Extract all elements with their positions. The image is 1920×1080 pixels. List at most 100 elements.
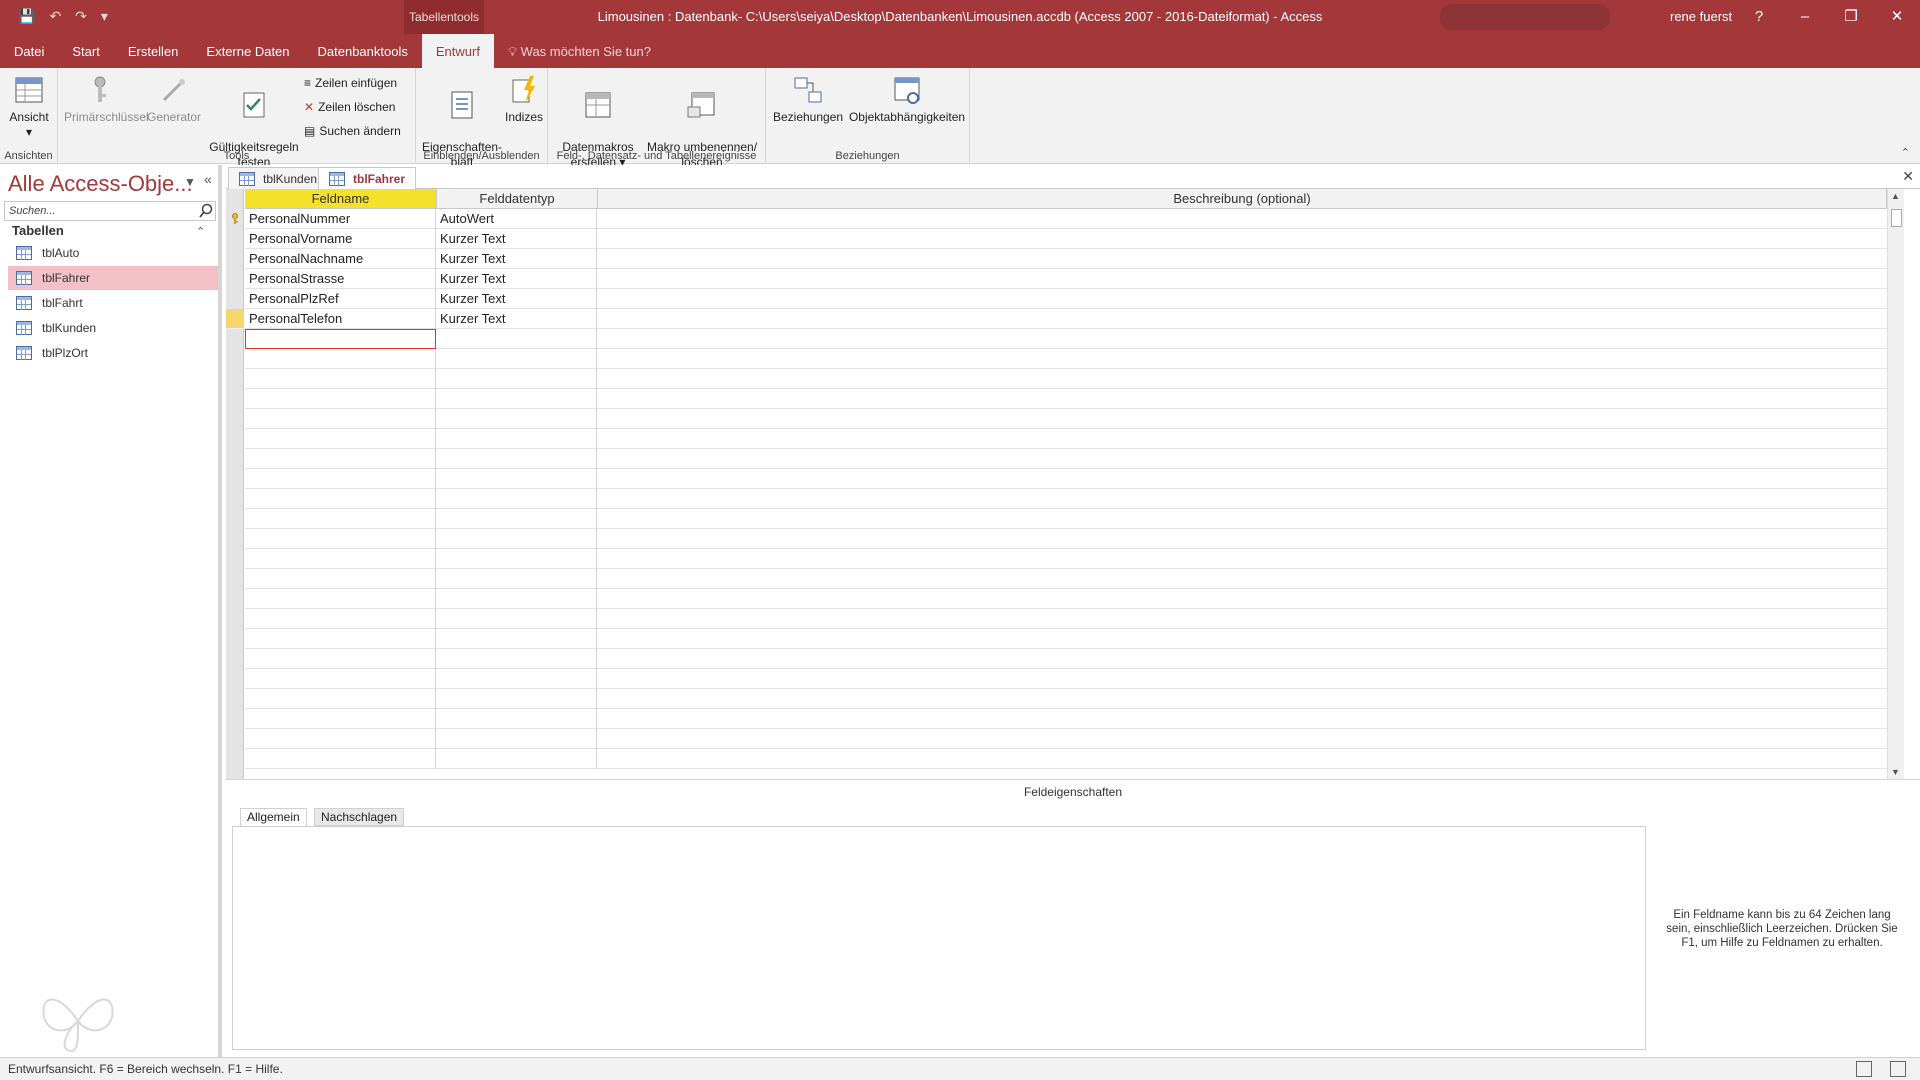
collapse-ribbon-icon[interactable]: ⌃ [1901, 146, 1910, 159]
tab-allgemein[interactable]: Allgemein [240, 808, 307, 826]
cell-felddatentyp[interactable] [437, 429, 597, 449]
scroll-thumb[interactable] [1891, 209, 1902, 227]
cell-feldname[interactable] [245, 689, 436, 709]
column-header-felddatentyp[interactable]: Felddatentyp [437, 189, 598, 209]
cell-felddatentyp[interactable] [437, 669, 597, 689]
cell-felddatentyp[interactable] [437, 489, 597, 509]
cell-felddatentyp[interactable] [437, 589, 597, 609]
scroll-down-icon[interactable]: ▼ [1891, 767, 1900, 777]
empty-row[interactable] [245, 349, 1904, 369]
column-header-feldname[interactable]: Feldname [245, 189, 437, 209]
suchen-aendern-button[interactable]: ▤ Suchen ändern [304, 124, 401, 138]
cell-feldname[interactable] [245, 449, 436, 469]
cell-beschreibung[interactable] [598, 489, 1904, 509]
nav-item-tblfahrt[interactable]: tblFahrt [8, 291, 218, 315]
cell-beschreibung[interactable] [598, 449, 1904, 469]
customize-qat-icon[interactable]: ▾ [101, 7, 108, 25]
cell-beschreibung[interactable] [598, 369, 1904, 389]
cell-beschreibung[interactable] [598, 589, 1904, 609]
tab-externe-daten[interactable]: Externe Daten [192, 34, 303, 68]
cell-felddatentyp[interactable] [437, 409, 597, 429]
nav-menu-icon[interactable]: ▼ [184, 175, 196, 189]
cell-felddatentyp[interactable] [437, 369, 597, 389]
tab-entwurf[interactable]: Entwurf [421, 34, 494, 68]
redo-icon[interactable]: ↷ [75, 7, 87, 25]
empty-row[interactable] [245, 369, 1904, 389]
table-row[interactable]: PersonalTelefon Kurzer Text [245, 309, 1904, 329]
empty-row[interactable] [245, 669, 1904, 689]
cell-beschreibung[interactable] [598, 709, 1904, 729]
user-name[interactable]: rene fuerst [1670, 0, 1732, 34]
cell-feldname[interactable] [245, 489, 436, 509]
cell-feldname[interactable] [245, 469, 436, 489]
cell-feldname[interactable] [245, 569, 436, 589]
cell-beschreibung[interactable] [598, 249, 1904, 269]
close-document-icon[interactable]: ✕ [1902, 168, 1914, 185]
cell-beschreibung[interactable] [598, 389, 1904, 409]
cell-felddatentyp[interactable] [437, 469, 597, 489]
cell-felddatentyp[interactable] [437, 349, 597, 369]
table-row[interactable]: PersonalNachname Kurzer Text [245, 249, 1904, 269]
nav-item-tblfahrer[interactable]: tblFahrer [8, 266, 218, 290]
table-row[interactable]: PersonalPlzRef Kurzer Text [245, 289, 1904, 309]
cell-felddatentyp[interactable] [437, 389, 597, 409]
cell-feldname[interactable] [245, 509, 436, 529]
tab-start[interactable]: Start [58, 34, 113, 68]
table-row[interactable]: PersonalStrasse Kurzer Text [245, 269, 1904, 289]
cell-feldname[interactable] [245, 649, 436, 669]
cell-feldname[interactable] [245, 349, 436, 369]
empty-row[interactable] [245, 589, 1904, 609]
cell-feldname[interactable] [245, 609, 436, 629]
scroll-up-icon[interactable]: ▲ [1891, 191, 1900, 201]
cell-beschreibung[interactable] [598, 309, 1904, 329]
cell-felddatentyp[interactable] [437, 749, 597, 769]
cell-beschreibung[interactable] [598, 349, 1904, 369]
nav-pane-title[interactable]: Alle Access-Obje... [8, 171, 193, 197]
cell-feldname[interactable] [245, 529, 436, 549]
cell-feldname[interactable] [245, 589, 436, 609]
cell-felddatentyp[interactable] [437, 709, 597, 729]
cell-beschreibung[interactable] [598, 729, 1904, 749]
minimize-button[interactable]: – [1782, 0, 1828, 34]
table-row-new[interactable] [245, 329, 1904, 349]
cell-feldname[interactable] [245, 429, 436, 449]
cell-feldname[interactable] [245, 669, 436, 689]
cell-felddatentyp[interactable]: Kurzer Text [437, 309, 597, 329]
cell-felddatentyp[interactable] [437, 609, 597, 629]
undo-icon[interactable]: ↶ [49, 7, 61, 25]
empty-row[interactable] [245, 429, 1904, 449]
nav-item-tblkunden[interactable]: tblKunden [8, 316, 218, 340]
empty-row[interactable] [245, 649, 1904, 669]
nav-item-tblauto[interactable]: tblAuto [8, 241, 218, 265]
empty-row[interactable] [245, 629, 1904, 649]
cell-feldname[interactable] [245, 549, 436, 569]
cell-felddatentyp[interactable]: Kurzer Text [437, 289, 597, 309]
empty-row[interactable] [245, 489, 1904, 509]
zeilen-einfuegen-button[interactable]: ≡ Zeilen einfügen [304, 76, 397, 90]
cell-beschreibung[interactable] [598, 549, 1904, 569]
cell-felddatentyp[interactable] [437, 569, 597, 589]
cell-felddatentyp[interactable]: Kurzer Text [437, 269, 597, 289]
tab-erstellen[interactable]: Erstellen [114, 34, 193, 68]
doc-tab-tblkunden[interactable]: tblKunden [228, 167, 329, 189]
zeilen-loeschen-button[interactable]: ✕ Zeilen löschen [304, 100, 395, 114]
empty-row[interactable] [245, 729, 1904, 749]
cell-feldname[interactable]: PersonalNummer [245, 209, 436, 229]
cell-felddatentyp[interactable] [437, 629, 597, 649]
cell-beschreibung[interactable] [598, 689, 1904, 709]
cell-beschreibung[interactable] [598, 289, 1904, 309]
cell-feldname[interactable]: PersonalNachname [245, 249, 436, 269]
primaerschluessel-button[interactable]: Primärschlüssel [64, 74, 149, 125]
nav-item-tblplzort[interactable]: tblPlzOrt [8, 341, 218, 365]
shutter-bar-close-icon[interactable]: « [204, 171, 212, 187]
help-button[interactable]: ? [1736, 0, 1782, 34]
cell-feldname[interactable] [245, 729, 436, 749]
cell-beschreibung[interactable] [598, 509, 1904, 529]
ansicht-button[interactable]: Ansicht ▾ [4, 74, 54, 140]
column-header-beschreibung[interactable]: Beschreibung (optional) [598, 189, 1887, 209]
current-row-selector[interactable] [226, 309, 244, 329]
cell-beschreibung[interactable] [598, 329, 1904, 349]
empty-row[interactable] [245, 689, 1904, 709]
table-row[interactable]: PersonalVorname Kurzer Text [245, 229, 1904, 249]
empty-row[interactable] [245, 449, 1904, 469]
